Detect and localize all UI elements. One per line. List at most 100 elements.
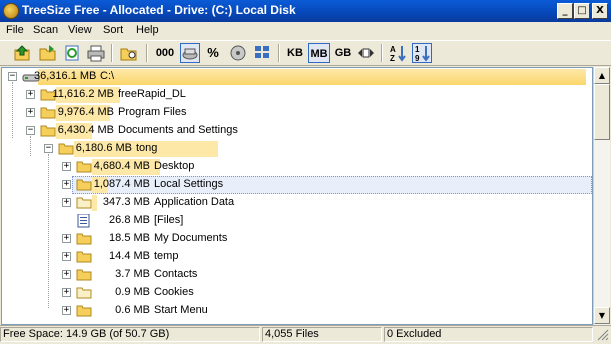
tree-connector-line <box>30 136 32 156</box>
status-free-space: Free Space: 14.9 GB (of 50.7 GB) <box>0 327 260 342</box>
svg-text:1: 1 <box>415 45 420 54</box>
expand-toggle[interactable]: + <box>62 288 71 297</box>
collapse-toggle[interactable]: − <box>44 144 53 153</box>
sort-by-size-button[interactable]: 19 <box>412 43 432 63</box>
unit-kb-button[interactable]: KB <box>284 43 306 63</box>
toolbar-separator <box>278 44 280 62</box>
status-bar: Free Space: 14.9 GB (of 50.7 GB) 4,055 F… <box>0 325 611 342</box>
tree-row[interactable]: +0.6 MB Start Menu <box>2 302 592 320</box>
folder-name: Program Files <box>118 106 187 118</box>
folder-size: 26.8 MB <box>109 214 150 226</box>
folder-size: 9,976.4 MB <box>57 106 114 118</box>
printer-icon <box>87 45 105 62</box>
disk-size-icon <box>182 48 198 60</box>
folder-size: 3.7 MB <box>115 268 150 280</box>
folder-size: 14.4 MB <box>109 250 150 262</box>
unit-mb-button[interactable]: MB <box>308 43 330 63</box>
expand-toggle[interactable]: + <box>62 162 71 171</box>
folder-size: 36,316.1 MB <box>34 70 97 82</box>
toolbar-separator <box>146 44 148 62</box>
menu-sort[interactable]: Sort <box>103 24 123 36</box>
expand-toggle[interactable]: + <box>62 234 71 243</box>
disk-icon <box>230 45 246 61</box>
tree-row[interactable]: +9,976.4 MB Program Files <box>2 104 592 122</box>
percent-button[interactable]: % <box>204 43 222 63</box>
sort-alpha-icon: AZ <box>390 45 406 63</box>
collapse-toggle[interactable]: − <box>8 72 17 81</box>
tree-row[interactable]: +347.3 MB Application Data <box>2 194 592 212</box>
folder-name: Cookies <box>154 286 194 298</box>
expand-toggle[interactable]: + <box>62 198 71 207</box>
maximize-button[interactable]: □ <box>574 3 590 19</box>
folder-size: 1,087.4 MB <box>93 178 150 190</box>
expand-toggle[interactable]: + <box>26 90 35 99</box>
tree-row[interactable]: +3.7 MB Contacts <box>2 266 592 284</box>
up-folder-button[interactable] <box>12 43 32 63</box>
tree-row[interactable]: +4,680.4 MB Desktop <box>2 158 592 176</box>
scroll-up-button[interactable]: ▲ <box>594 67 610 84</box>
selection-highlight <box>72 176 592 194</box>
tree-row[interactable]: +18.5 MB My Documents <box>2 230 592 248</box>
menu-file[interactable]: File <box>6 24 24 36</box>
tree-row[interactable]: +14.4 MB temp <box>2 248 592 266</box>
window-title: TreeSize Free - Allocated - Drive: (C:) … <box>22 3 296 17</box>
folder-size: 6,180.6 MB <box>75 142 132 154</box>
folder-name: tong <box>136 142 158 154</box>
scroll-down-button[interactable]: ▼ <box>594 307 610 324</box>
minimize-button[interactable]: _ <box>557 3 573 19</box>
expand-toggle[interactable]: + <box>26 108 35 117</box>
close-button[interactable]: X <box>592 3 608 19</box>
tree-row[interactable]: − 36,316.1 MB C:\ <box>2 68 592 86</box>
expand-toggle[interactable]: + <box>62 252 71 261</box>
tree-row[interactable]: +1,087.4 MB Local Settings <box>2 176 592 194</box>
expand-toggle[interactable]: + <box>62 270 71 279</box>
sort-by-name-button[interactable]: AZ <box>388 43 408 63</box>
tree-row[interactable]: − 6,430.4 MB Documents and Settings <box>2 122 592 140</box>
scroll-thumb[interactable] <box>594 84 610 140</box>
folder-size: 4,680.4 MB <box>93 160 150 172</box>
open-button[interactable] <box>38 43 58 63</box>
menu-help[interactable]: Help <box>136 24 159 36</box>
resize-grip-icon[interactable] <box>596 328 609 341</box>
folder-size: 347.3 MB <box>102 196 150 208</box>
expand-toggle[interactable]: + <box>62 306 71 315</box>
menu-view[interactable]: View <box>68 24 92 36</box>
explorer-button[interactable] <box>119 43 139 63</box>
file-count-button[interactable] <box>228 43 248 63</box>
tree-row[interactable]: 26.8 MB [Files] <box>2 212 592 230</box>
grid-view-icon <box>255 46 269 58</box>
vertical-scrollbar[interactable]: ▲ ▼ <box>593 67 610 325</box>
size-bar <box>38 69 586 85</box>
unit-gb-button[interactable]: GB <box>332 43 354 63</box>
folder-name: temp <box>154 250 179 262</box>
number-format-button[interactable]: 000 <box>154 43 176 63</box>
toolbar-separator <box>381 44 383 62</box>
refresh-button[interactable] <box>62 43 82 63</box>
resize-arrows-icon <box>358 48 374 58</box>
folder-tree[interactable]: −36,316.1 MB C:\ +11,616.2 MB freeRapid_DL +… <box>1 67 593 325</box>
folder-size: 0.9 MB <box>115 286 150 298</box>
folder-size: 18.5 MB <box>109 232 150 244</box>
tree-connector-line <box>12 82 14 138</box>
status-file-count: 4,055 Files <box>262 327 382 342</box>
size-view-button[interactable] <box>180 43 200 63</box>
print-button[interactable] <box>86 43 106 63</box>
folder-name: [Files] <box>154 214 184 226</box>
tree-row[interactable]: − 6,180.6 MB tong <box>2 140 592 158</box>
auto-unit-button[interactable] <box>356 43 376 63</box>
menu-bar: File Scan View Sort Help <box>0 22 611 40</box>
folder-name: My Documents <box>154 232 228 244</box>
folder-name: Documents and Settings <box>118 124 238 136</box>
refresh-icon <box>65 45 79 61</box>
folder-name: Application Data <box>154 196 235 208</box>
expand-toggle[interactable]: + <box>62 180 71 189</box>
details-view-button[interactable] <box>252 43 272 63</box>
title-bar[interactable]: TreeSize Free - Allocated - Drive: (C:) … <box>0 0 611 22</box>
tree-connector-line <box>48 154 50 308</box>
menu-scan[interactable]: Scan <box>33 24 58 36</box>
explorer-folder-icon <box>120 48 137 61</box>
collapse-toggle[interactable]: − <box>26 126 35 135</box>
folder-size: 0.6 MB <box>115 304 150 316</box>
tree-row[interactable]: +0.9 MB Cookies <box>2 284 592 302</box>
tree-row[interactable]: +11,616.2 MB freeRapid_DL <box>2 86 592 104</box>
